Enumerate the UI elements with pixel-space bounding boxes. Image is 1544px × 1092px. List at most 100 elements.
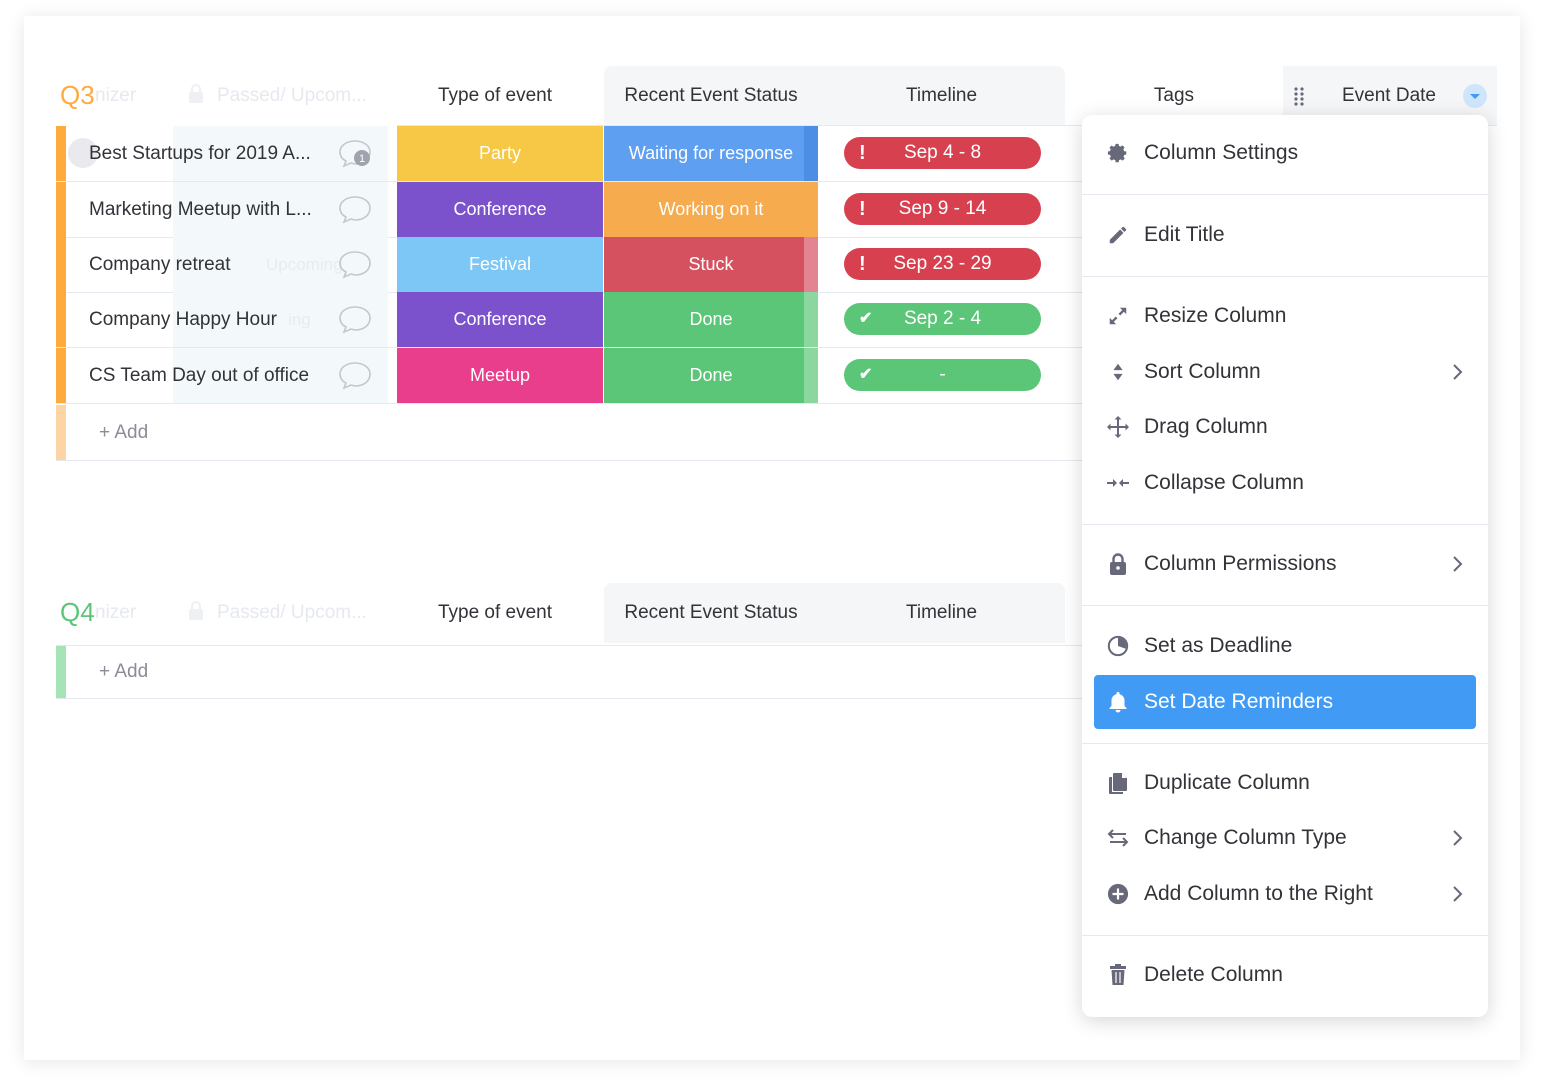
column-header-type[interactable]: Type of event xyxy=(397,583,593,643)
menu-item-label: Change Column Type xyxy=(1144,826,1347,849)
duplicate-icon xyxy=(1106,771,1130,795)
group-color-bar xyxy=(56,646,66,698)
table-row[interactable]: Marketing Meetup with L... Conference Wo… xyxy=(56,182,1086,238)
group-color-bar xyxy=(56,182,66,237)
menu-item-label: Delete Column xyxy=(1144,963,1283,986)
swap-icon xyxy=(1106,826,1130,850)
alert-icon: ! xyxy=(859,142,866,164)
menu-divider xyxy=(1082,276,1488,277)
status-cell-edge xyxy=(804,126,818,181)
add-item-button[interactable]: + Add xyxy=(99,646,148,698)
timeline-pill[interactable]: ✔ Sep 2 - 4 xyxy=(844,303,1041,335)
ghost-owner-header: nizer xyxy=(95,602,137,623)
menu-item-label: Add Column to the Right xyxy=(1144,882,1373,905)
menu-item-resize-column[interactable]: Resize Column xyxy=(1082,291,1488,341)
updates-bubble-icon[interactable]: 1 xyxy=(338,138,372,168)
trash-icon xyxy=(1106,963,1130,987)
timeline-value: Sep 23 - 29 xyxy=(893,253,992,274)
type-cell[interactable]: Conference xyxy=(397,182,603,237)
group-title-q4[interactable]: Q4 xyxy=(60,597,95,628)
move-icon xyxy=(1106,415,1130,439)
menu-item-delete-column[interactable]: Delete Column xyxy=(1082,950,1488,1000)
updates-bubble-icon[interactable] xyxy=(338,360,372,390)
menu-item-add-column-right[interactable]: Add Column to the Right xyxy=(1082,869,1488,919)
menu-item-label: Drag Column xyxy=(1144,415,1268,438)
timeline-pill[interactable]: ! Sep 23 - 29 xyxy=(844,248,1041,280)
resize-icon xyxy=(1106,304,1130,328)
status-cell[interactable]: Done xyxy=(604,348,818,403)
menu-divider xyxy=(1082,605,1488,606)
table-row[interactable]: ing Company Happy Hour Conference Done ✔… xyxy=(56,292,1086,348)
bell-icon xyxy=(1106,690,1130,714)
menu-item-duplicate-column[interactable]: Duplicate Column xyxy=(1082,758,1488,808)
item-name[interactable]: Best Startups for 2019 A... xyxy=(89,126,339,181)
item-name[interactable]: CS Team Day out of office xyxy=(89,348,339,403)
type-cell[interactable]: Festival xyxy=(397,237,603,292)
menu-item-drag-column[interactable]: Drag Column xyxy=(1082,402,1488,452)
menu-item-set-date-reminders[interactable]: Set Date Reminders xyxy=(1094,675,1476,729)
add-item-row[interactable]: + Add xyxy=(56,405,1086,461)
status-cell[interactable]: Waiting for response xyxy=(604,126,818,181)
group-title-q3[interactable]: Q3 xyxy=(60,80,95,111)
lock-icon xyxy=(1106,552,1130,576)
status-cell[interactable]: Working on it xyxy=(604,182,818,237)
ghost-passed-value: Upcoming xyxy=(266,255,343,274)
group-color-bar xyxy=(56,237,66,292)
group-color-bar xyxy=(56,126,66,181)
menu-divider xyxy=(1082,935,1488,936)
pencil-icon xyxy=(1106,223,1130,247)
menu-item-column-settings[interactable]: Column Settings xyxy=(1082,128,1488,178)
add-item-row[interactable]: + Add xyxy=(56,646,1086,699)
type-cell[interactable]: Conference xyxy=(397,292,603,347)
add-item-button[interactable]: + Add xyxy=(99,405,148,460)
status-cell-edge xyxy=(804,237,818,292)
menu-item-label: Column Permissions xyxy=(1144,552,1337,575)
timeline-pill[interactable]: ! Sep 9 - 14 xyxy=(844,193,1041,225)
type-cell[interactable]: Meetup xyxy=(397,348,603,403)
menu-item-column-permissions[interactable]: Column Permissions xyxy=(1082,539,1488,589)
chevron-right-icon xyxy=(1448,882,1468,906)
menu-item-set-as-deadline[interactable]: Set as Deadline xyxy=(1082,621,1488,671)
menu-divider xyxy=(1082,743,1488,744)
status-cell[interactable]: Done xyxy=(604,292,818,347)
ghost-passed-header: Passed/ Upcom... xyxy=(217,85,367,106)
svg-text:1: 1 xyxy=(359,153,365,165)
menu-item-edit-title[interactable]: Edit Title xyxy=(1082,210,1488,260)
ghost-owner-header: nizer xyxy=(95,85,137,106)
group-color-bar xyxy=(56,405,66,460)
drag-handle-icon[interactable] xyxy=(1293,86,1305,111)
column-header-status[interactable]: Recent Event Status xyxy=(604,583,818,643)
menu-item-label: Edit Title xyxy=(1144,223,1225,246)
alert-icon: ! xyxy=(859,253,866,275)
item-name[interactable]: Marketing Meetup with L... xyxy=(89,182,339,237)
menu-item-collapse-column[interactable]: Collapse Column xyxy=(1082,458,1488,508)
timeline-pill[interactable]: ! Sep 4 - 8 xyxy=(844,137,1041,169)
column-header-status[interactable]: Recent Event Status xyxy=(604,66,818,126)
plus-circle-icon xyxy=(1106,882,1130,906)
chevron-right-icon xyxy=(1448,826,1468,850)
updates-bubble-icon[interactable] xyxy=(338,194,372,224)
check-icon: ✔ xyxy=(859,366,873,383)
chevron-down-icon[interactable] xyxy=(1463,84,1487,108)
item-name[interactable]: Company Happy Hour xyxy=(89,292,339,347)
column-header-timeline[interactable]: Timeline xyxy=(818,66,1065,126)
menu-item-change-column-type[interactable]: Change Column Type xyxy=(1082,813,1488,863)
table-row[interactable]: Company retreat Upcoming Festival Stuck … xyxy=(56,237,1086,293)
table-row[interactable]: Best Startups for 2019 A... 1 Party Wait… xyxy=(56,126,1086,182)
status-cell-edge xyxy=(804,348,818,403)
status-cell[interactable]: Stuck xyxy=(604,237,818,292)
menu-divider xyxy=(1082,194,1488,195)
column-header-type[interactable]: Type of event xyxy=(397,66,593,126)
timeline-pill[interactable]: ✔ - xyxy=(844,359,1041,391)
column-header-timeline[interactable]: Timeline xyxy=(818,583,1065,643)
ghost-passed-header: Passed/ Upcom... xyxy=(217,602,367,623)
updates-bubble-icon[interactable] xyxy=(338,249,372,279)
timeline-value: Sep 2 - 4 xyxy=(903,308,982,329)
table-row[interactable]: CS Team Day out of office Meetup Done ✔ … xyxy=(56,348,1086,404)
menu-item-sort-column[interactable]: Sort Column xyxy=(1082,347,1488,397)
column-context-menu: Column Settings Edit Title Resize Column… xyxy=(1082,115,1488,1017)
type-cell[interactable]: Party xyxy=(397,126,603,181)
updates-bubble-icon[interactable] xyxy=(338,304,372,334)
lock-icon xyxy=(188,84,204,110)
menu-item-label: Set as Deadline xyxy=(1144,634,1293,657)
